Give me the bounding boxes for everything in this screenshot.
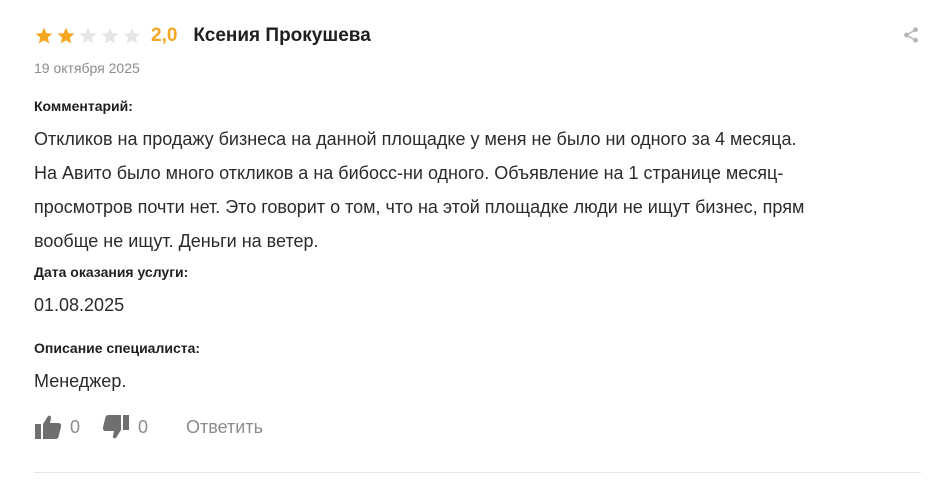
divider — [34, 472, 921, 473]
review-date: 19 октября 2025 — [34, 60, 140, 76]
dislike-button[interactable]: 0 — [102, 414, 148, 440]
specialist-label: Описание специалиста: — [34, 340, 201, 356]
reply-button[interactable]: Ответить — [186, 417, 263, 438]
like-count: 0 — [70, 416, 81, 437]
service-date-label: Дата оказания услуги: — [34, 264, 189, 280]
star-icon — [35, 27, 53, 44]
rating-stars — [34, 26, 142, 46]
thumbs-up-icon — [35, 415, 62, 439]
comment-text: Откликов на продажу бизнеса на данной пл… — [34, 122, 894, 258]
rating-value: 2,0 — [151, 25, 178, 46]
review-actions: 0 0 Ответить — [34, 412, 263, 442]
dislike-count: 0 — [138, 416, 149, 437]
star-icon — [101, 27, 119, 44]
specialist-value: Менеджер. — [34, 371, 127, 391]
star-icon — [57, 27, 75, 44]
review-card: 2,0 Ксения Прокушева 19 октября 2025 Ком… — [34, 0, 921, 484]
like-button[interactable]: 0 — [34, 414, 80, 440]
service-date-value: 01.08.2025 — [34, 295, 125, 315]
comment-line: Откликов на продажу бизнеса на данной пл… — [34, 129, 797, 149]
thumbs-down-icon — [102, 415, 130, 439]
star-icon — [123, 27, 141, 44]
review-header: 2,0 Ксения Прокушева — [34, 22, 371, 50]
star-icon — [79, 27, 97, 44]
share-icon[interactable] — [902, 26, 920, 44]
comment-line: просмотров почти нет. Это говорит о том,… — [34, 197, 805, 217]
comment-line: На Авито было много откликов а на бибосс… — [34, 163, 784, 183]
comment-line: вообще не ищут. Деньги на ветер. — [34, 231, 319, 251]
author-name: Ксения Прокушева — [193, 25, 371, 46]
comment-label: Комментарий: — [34, 98, 133, 114]
